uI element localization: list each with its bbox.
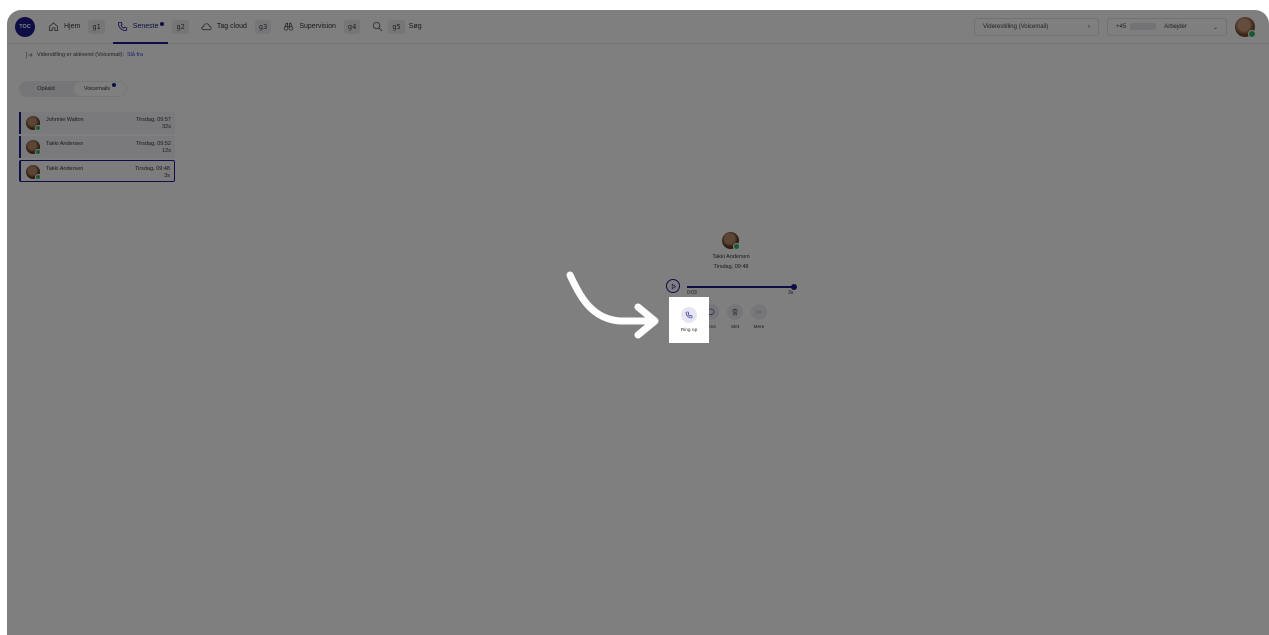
highlighted-call-back-button[interactable]: Ring op	[669, 297, 709, 343]
pointer-arrow-icon	[566, 271, 659, 339]
phone-icon	[685, 311, 693, 319]
app-window: TOC Hjem g1 Seneste g2 Tag cloud g3 Supe…	[7, 10, 1269, 635]
call-back-label: Ring op	[680, 328, 698, 333]
call-back-circle	[681, 307, 697, 323]
